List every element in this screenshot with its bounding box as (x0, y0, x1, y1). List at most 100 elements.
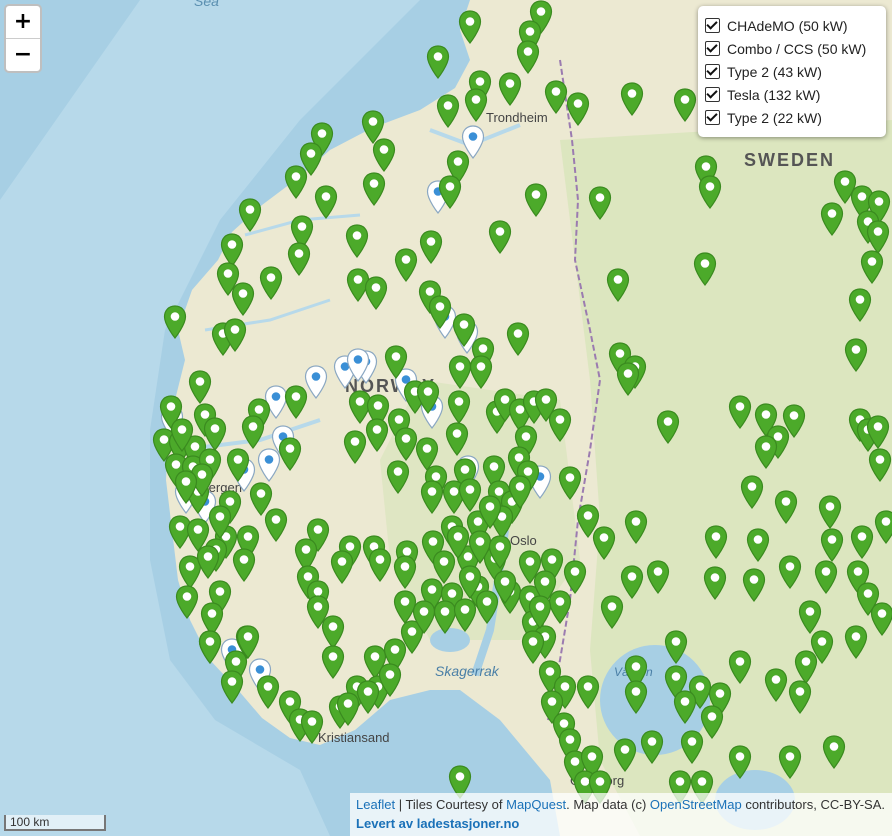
map-pin-icon[interactable] (436, 94, 460, 128)
map-pin-icon[interactable] (188, 370, 212, 404)
map-pin-icon[interactable] (563, 560, 587, 594)
map-pin-icon[interactable] (844, 625, 868, 659)
filter-combo-ccs[interactable]: Combo / CCS (50 kW) (704, 37, 886, 60)
map-pin-icon[interactable] (447, 390, 471, 424)
map-pin-icon[interactable] (498, 72, 522, 106)
map-pin-icon[interactable] (163, 305, 187, 339)
map-pin-icon[interactable] (438, 175, 462, 209)
map-pin-icon[interactable] (866, 415, 890, 449)
map-pin-icon[interactable] (198, 630, 222, 664)
map-pin-icon[interactable] (428, 295, 452, 329)
map-pin-icon[interactable] (640, 730, 664, 764)
map-pin-icon[interactable] (548, 408, 572, 442)
map-pin-icon[interactable] (393, 555, 417, 589)
map-pin-icon[interactable] (223, 318, 247, 352)
map-pin-icon[interactable] (620, 82, 644, 116)
map-pin-icon[interactable] (818, 495, 842, 529)
map-pin-icon[interactable] (469, 355, 493, 389)
map-pin-icon[interactable] (426, 45, 450, 79)
map-pin-icon[interactable] (870, 602, 892, 636)
map-pin-icon[interactable] (524, 183, 548, 217)
map-pin-icon[interactable] (664, 630, 688, 664)
map-pin-icon[interactable] (774, 490, 798, 524)
map-pin-icon[interactable] (231, 282, 255, 316)
map-pin-icon[interactable] (680, 730, 704, 764)
map-pin-icon[interactable] (740, 475, 764, 509)
map-pin-icon[interactable] (264, 508, 288, 542)
map-pin-icon[interactable] (754, 435, 778, 469)
map-pin-icon[interactable] (588, 186, 612, 220)
map-pin-icon[interactable] (364, 276, 388, 310)
map-pin-icon[interactable] (386, 460, 410, 494)
map-pin-icon[interactable] (506, 322, 530, 356)
checkbox-type2-22[interactable] (705, 110, 720, 125)
filter-tesla[interactable]: Tesla (132 kW) (704, 83, 886, 106)
map-pin-icon[interactable] (728, 650, 752, 684)
map-pin-icon[interactable] (656, 410, 680, 444)
map-pin-icon[interactable] (624, 510, 648, 544)
map-pin-icon[interactable] (384, 345, 408, 379)
map-pin-icon[interactable] (368, 548, 392, 582)
map-pin-icon[interactable] (488, 535, 512, 569)
map-pin-icon[interactable] (528, 595, 552, 629)
map-pin-icon[interactable] (464, 88, 488, 122)
map-pin-icon[interactable] (343, 430, 367, 464)
map-pin-icon[interactable] (673, 88, 697, 122)
map-pin-icon[interactable] (236, 625, 260, 659)
map-pin-icon[interactable] (238, 198, 262, 232)
map-pin-icon[interactable] (314, 185, 338, 219)
osm-link[interactable]: OpenStreetMap (650, 797, 742, 812)
map-pin-icon[interactable] (196, 545, 220, 579)
zoom-out-button[interactable]: − (6, 38, 40, 71)
zoom-in-button[interactable]: + (6, 6, 40, 38)
map-pin-icon[interactable] (241, 415, 265, 449)
map-pin-icon[interactable] (874, 510, 892, 544)
map-pin-icon[interactable] (613, 738, 637, 772)
map-pin-icon[interactable] (284, 165, 308, 199)
map-pin-icon[interactable] (814, 560, 838, 594)
map-pin-icon[interactable] (788, 680, 812, 714)
map-pin-icon[interactable] (446, 525, 470, 559)
map-pin-icon[interactable] (860, 250, 884, 284)
map-pin-icon[interactable] (416, 380, 440, 414)
checkbox-type2-43[interactable] (705, 64, 720, 79)
map-pin-icon[interactable] (278, 437, 302, 471)
map-pin-icon[interactable] (742, 568, 766, 602)
map-pin-icon[interactable] (175, 585, 199, 619)
map-pin-icon[interactable] (822, 735, 846, 769)
map-pin-icon[interactable] (356, 680, 380, 714)
map-pin-icon[interactable] (764, 668, 788, 702)
map-pin-icon[interactable] (419, 230, 443, 264)
map-pin-icon[interactable] (850, 525, 874, 559)
map-pin-icon[interactable] (488, 220, 512, 254)
filter-chademo[interactable]: CHAdeMO (50 kW) (704, 14, 886, 37)
map-pin-icon[interactable] (284, 385, 308, 419)
map-pin-icon[interactable] (420, 480, 444, 514)
map-pin-icon[interactable] (544, 80, 568, 114)
map-pin-icon[interactable] (798, 600, 822, 634)
map-pin-icon[interactable] (600, 595, 624, 629)
filter-type2-22[interactable]: Type 2 (22 kW) (704, 106, 886, 129)
map-pin-icon[interactable] (646, 560, 670, 594)
map-pin-icon[interactable] (848, 288, 872, 322)
map-pin-icon[interactable] (558, 466, 582, 500)
map-pin-icon[interactable] (592, 526, 616, 560)
checkbox-tesla[interactable] (705, 87, 720, 102)
map-pin-icon[interactable] (820, 528, 844, 562)
provider-credit[interactable]: Levert av ladestasjoner.no (356, 814, 885, 833)
map-pin-icon[interactable] (174, 470, 198, 504)
map-pin-icon[interactable] (521, 630, 545, 664)
mapquest-link[interactable]: MapQuest (506, 797, 566, 812)
map-pin-icon[interactable] (516, 40, 540, 74)
map-pin-icon[interactable] (606, 268, 630, 302)
map-pin-icon[interactable] (208, 505, 232, 539)
map-pin-icon[interactable] (321, 645, 345, 679)
map-pin-icon[interactable] (844, 338, 868, 372)
map-pin-icon[interactable] (203, 417, 227, 451)
map-pin-icon[interactable] (259, 266, 283, 300)
map-pin-icon[interactable] (220, 670, 244, 704)
map-pin-icon[interactable] (778, 555, 802, 589)
map-pin-icon[interactable] (300, 710, 324, 744)
map-pin-icon[interactable] (232, 548, 256, 582)
map-pin-icon[interactable] (365, 418, 389, 452)
